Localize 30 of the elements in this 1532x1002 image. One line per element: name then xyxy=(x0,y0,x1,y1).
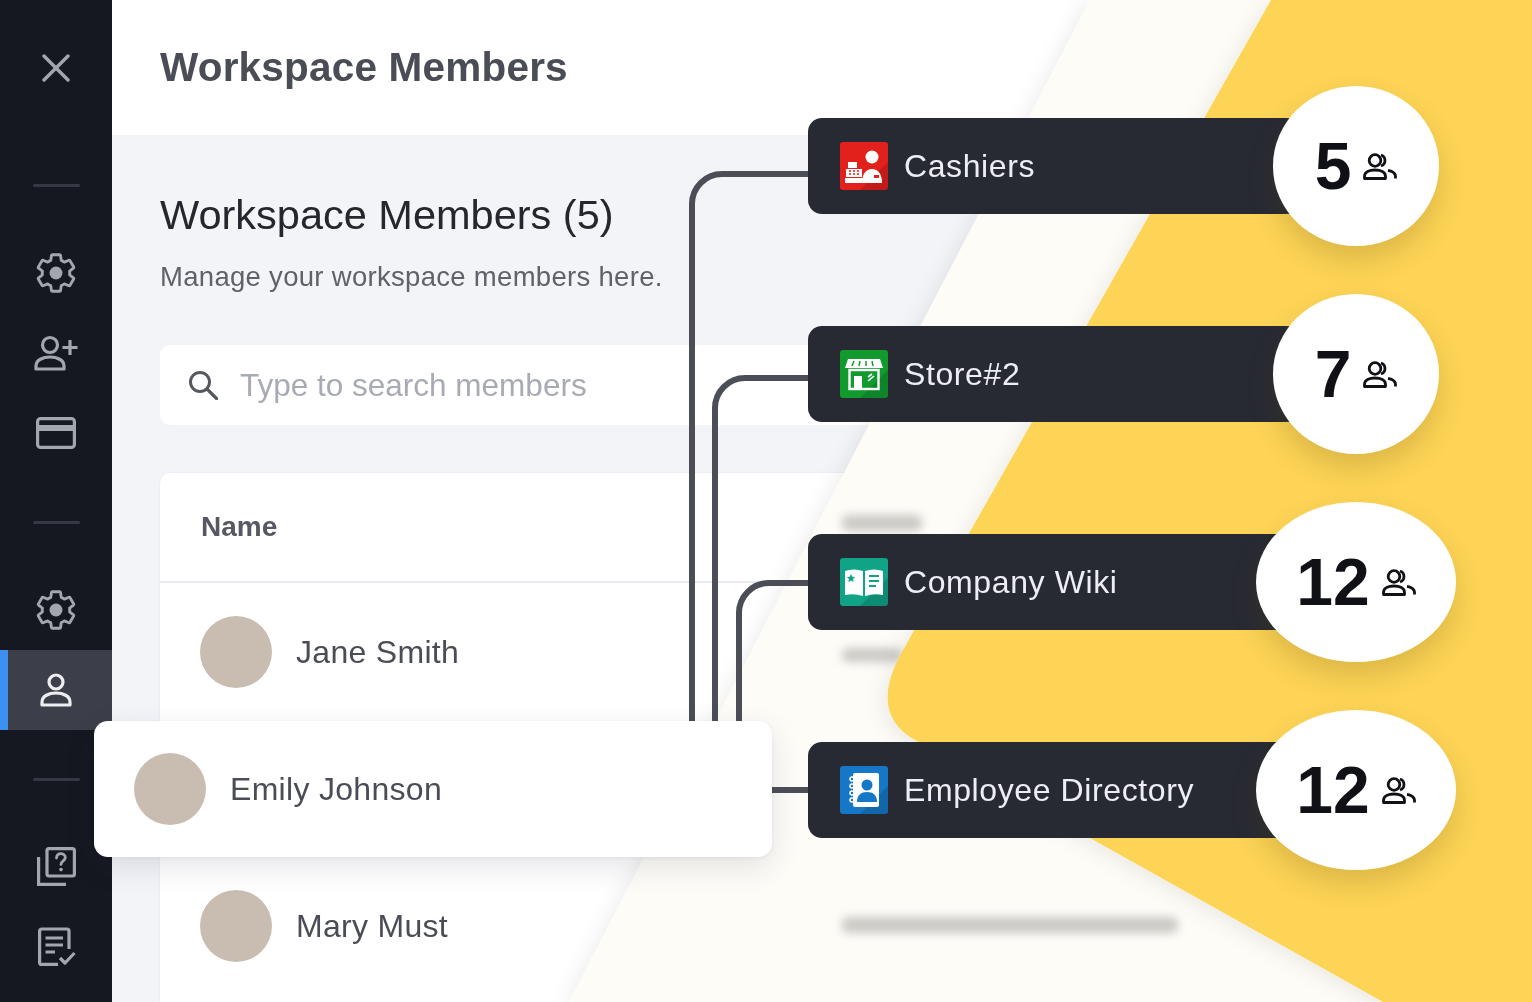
credit-card-icon xyxy=(36,417,76,449)
column-header: Name xyxy=(201,511,278,543)
member-name: Mary Must xyxy=(296,907,449,945)
people-icon xyxy=(1381,776,1416,804)
people-icon xyxy=(1363,360,1398,388)
blurred-text xyxy=(842,648,902,662)
checklist-icon xyxy=(36,927,76,967)
group-name: Store#2 xyxy=(904,355,1021,393)
member-count: 7 xyxy=(1314,341,1352,407)
section-description: Manage your workspace members here. xyxy=(160,261,663,293)
member-name: Emily Johnson xyxy=(230,770,442,808)
section-title: Workspace Members (5) xyxy=(160,191,614,239)
add-user-icon xyxy=(34,335,78,371)
search-icon xyxy=(188,370,218,400)
people-icon xyxy=(1363,152,1398,180)
settings-icon xyxy=(36,590,76,630)
group-name: Employee Directory xyxy=(904,771,1194,809)
sidebar-item[interactable] xyxy=(0,650,112,730)
user-icon xyxy=(40,673,72,707)
group-name: Cashiers xyxy=(904,147,1036,185)
help-icon xyxy=(36,847,76,887)
close-icon xyxy=(42,54,70,82)
page-title: Workspace Members xyxy=(160,44,568,91)
group-name: Company Wiki xyxy=(904,563,1118,601)
settings-icon xyxy=(36,253,76,293)
connector-line xyxy=(772,787,808,793)
member-name: Jane Smith xyxy=(296,633,460,671)
member-count: 5 xyxy=(1314,133,1352,199)
member-row[interactable]: Emily Johnson xyxy=(94,721,772,857)
people-icon xyxy=(1381,568,1416,596)
